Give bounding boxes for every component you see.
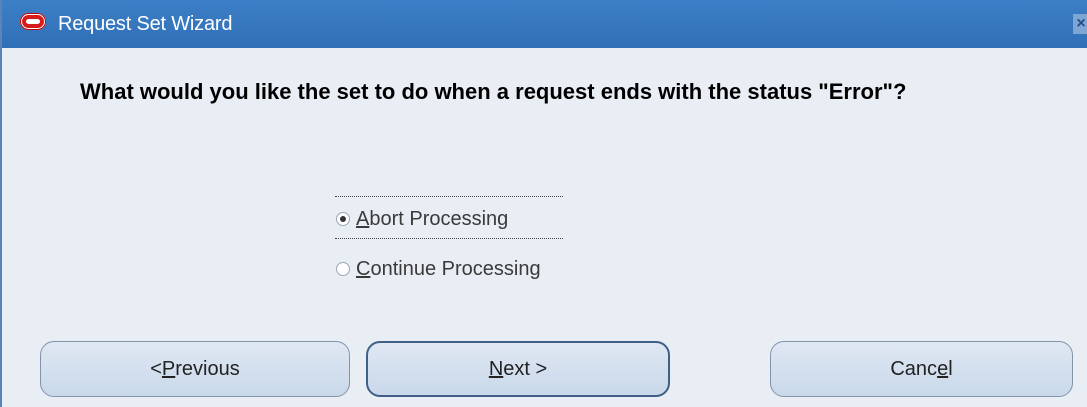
focus-outline-bottom (335, 238, 563, 239)
previous-button[interactable]: < Previous (40, 341, 350, 397)
cancel-button[interactable]: Canc e l (770, 341, 1073, 397)
radio-abort-processing[interactable] (336, 212, 350, 226)
window-title: Request Set Wizard (58, 13, 233, 35)
option-continue-label: Continue Processing (356, 257, 541, 280)
close-button[interactable]: × (1073, 14, 1087, 34)
next-button[interactable]: Next > (366, 341, 670, 397)
focus-outline-top (335, 196, 563, 197)
question-text: What would you like the set to do when a… (80, 79, 907, 104)
option-abort-label: Abort Processing (356, 207, 509, 230)
oracle-logo-icon (20, 13, 46, 30)
radio-continue-processing[interactable] (336, 262, 350, 276)
title-bar: Request Set Wizard × (2, 0, 1087, 48)
option-continue-processing[interactable]: Continue Processing (336, 256, 541, 282)
request-set-wizard-window: Request Set Wizard × What would you like… (0, 0, 1087, 407)
option-abort-processing[interactable]: Abort Processing (336, 206, 508, 232)
